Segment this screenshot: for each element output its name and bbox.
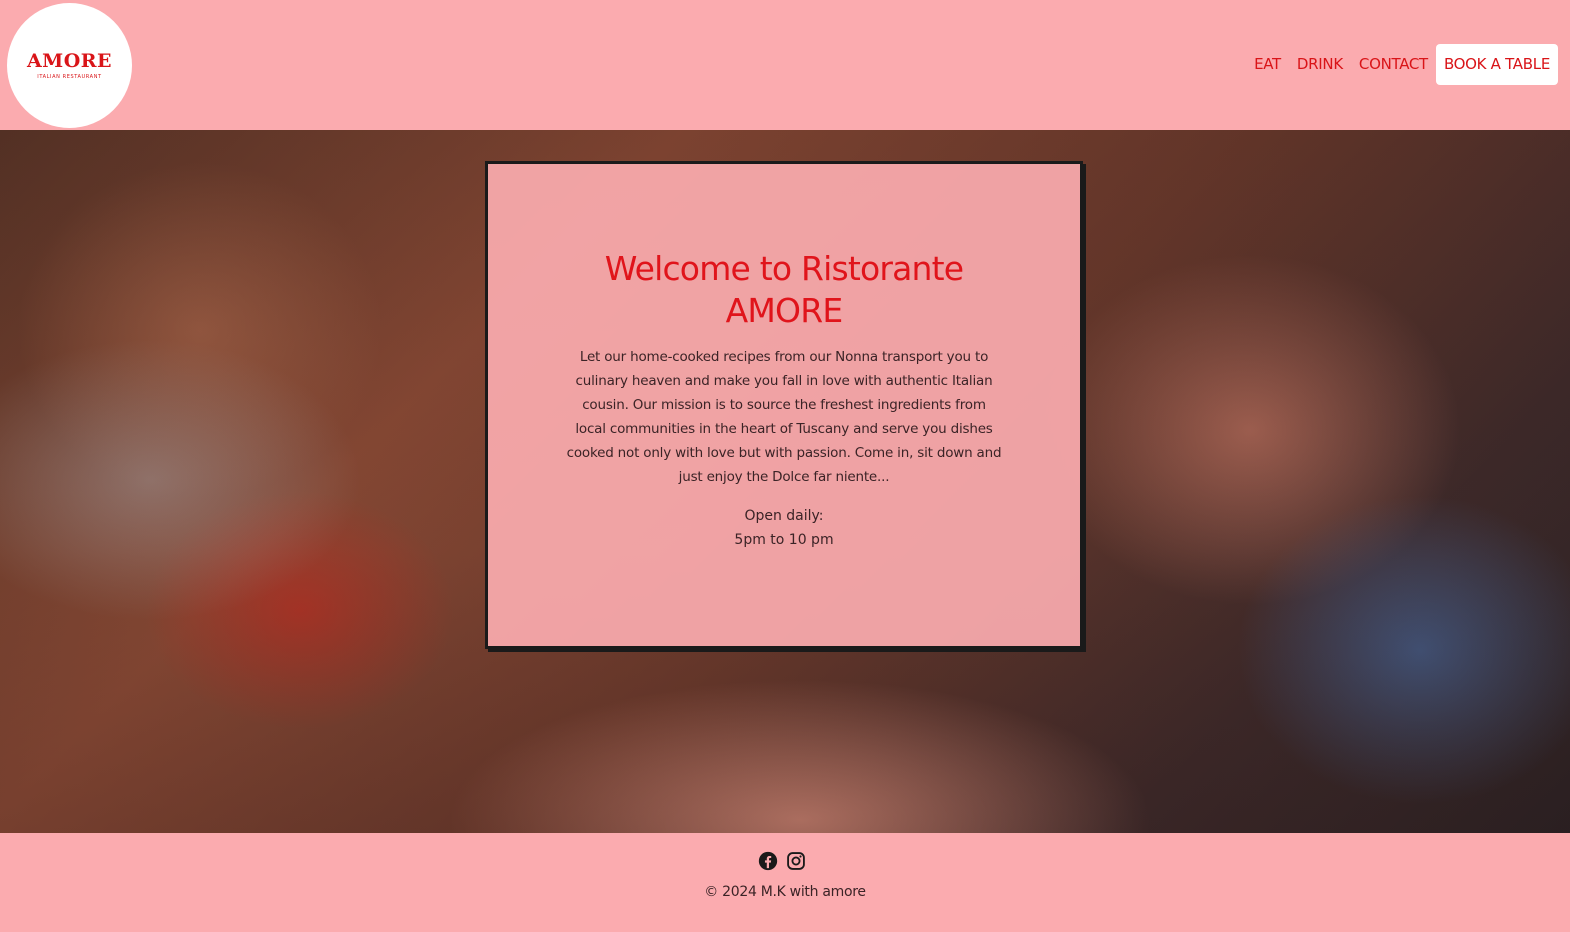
nav-link-contact[interactable]: CONTACT [1351,44,1436,85]
nav-link-eat[interactable]: EAT [1246,44,1289,85]
main-nav: EAT DRINK CONTACT BOOK A TABLE [1246,44,1558,85]
instagram-icon[interactable] [786,851,806,871]
logo-tagline: ITALIAN RESTAURANT [37,73,102,80]
site-footer: © 2024 M.K with amore [0,833,1570,932]
facebook-icon[interactable] [758,851,778,871]
hero-section: Welcome to Ristorante AMORE Let our home… [0,130,1570,833]
logo-title: AMORE [26,49,113,72]
welcome-title: Welcome to Ristorante AMORE [604,249,964,330]
site-header: AMORE ITALIAN RESTAURANT EAT DRINK CONTA… [0,0,1570,130]
opening-hours: Open daily: 5pm to 10 pm [488,504,1080,552]
logo[interactable]: AMORE ITALIAN RESTAURANT [7,3,132,128]
welcome-card: Welcome to Ristorante AMORE Let our home… [485,161,1083,649]
welcome-description: Let our home-cooked recipes from our Non… [566,349,1002,485]
copyright-text: © 2024 M.K with amore [704,884,866,900]
book-a-table-button[interactable]: BOOK A TABLE [1435,44,1558,85]
hours-label: Open daily: [744,508,824,524]
nav-link-drink[interactable]: DRINK [1289,44,1351,85]
hours-value: 5pm to 10 pm [734,532,834,548]
social-links [758,851,806,871]
